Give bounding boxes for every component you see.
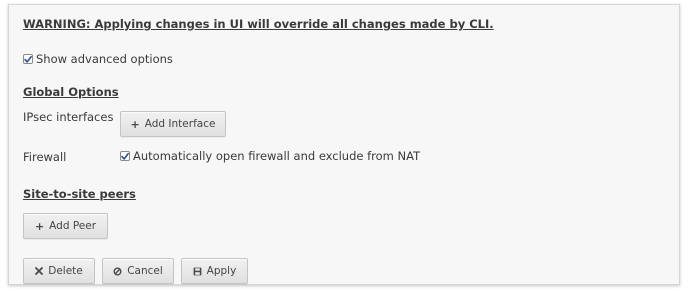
apply-label: Apply xyxy=(206,265,237,277)
delete-button[interactable]: Delete xyxy=(23,258,95,284)
ban-icon xyxy=(113,267,122,276)
add-interface-label: Add Interface xyxy=(144,118,216,130)
add-peer-button[interactable]: + Add Peer xyxy=(23,213,108,239)
plus-icon: + xyxy=(34,219,45,233)
ipsec-config-panel: WARNING: Applying changes in UI will ove… xyxy=(8,4,680,285)
delete-label: Delete xyxy=(48,265,83,277)
cancel-button[interactable]: Cancel xyxy=(102,258,174,284)
show-advanced-label: Show advanced options xyxy=(36,52,173,66)
x-icon xyxy=(35,267,44,275)
apply-button[interactable]: Apply xyxy=(181,258,248,284)
checkmark-icon xyxy=(121,152,129,160)
firewall-auto-open-checkbox[interactable] xyxy=(120,151,130,161)
cancel-label: Cancel xyxy=(127,265,163,277)
show-advanced-checkbox[interactable] xyxy=(23,54,33,64)
add-peer-label: Add Peer xyxy=(49,220,97,232)
firewall-auto-open-label: Automatically open firewall and exclude … xyxy=(133,149,421,163)
global-options-title: Global Options xyxy=(23,85,119,99)
firewall-checkbox-row[interactable]: Automatically open firewall and exclude … xyxy=(120,149,420,163)
ipsec-interfaces-label: IPsec interfaces xyxy=(23,110,114,124)
show-advanced-checkbox-row[interactable]: Show advanced options xyxy=(23,52,173,66)
checkmark-icon xyxy=(24,55,32,63)
save-icon xyxy=(193,267,202,276)
firewall-label: Firewall xyxy=(23,150,67,164)
cli-override-warning: WARNING: Applying changes in UI will ove… xyxy=(23,17,494,31)
add-interface-button[interactable]: + Add Interface xyxy=(120,111,226,137)
site-to-site-peers-title: Site-to-site peers xyxy=(23,187,136,201)
plus-icon: + xyxy=(130,117,140,131)
